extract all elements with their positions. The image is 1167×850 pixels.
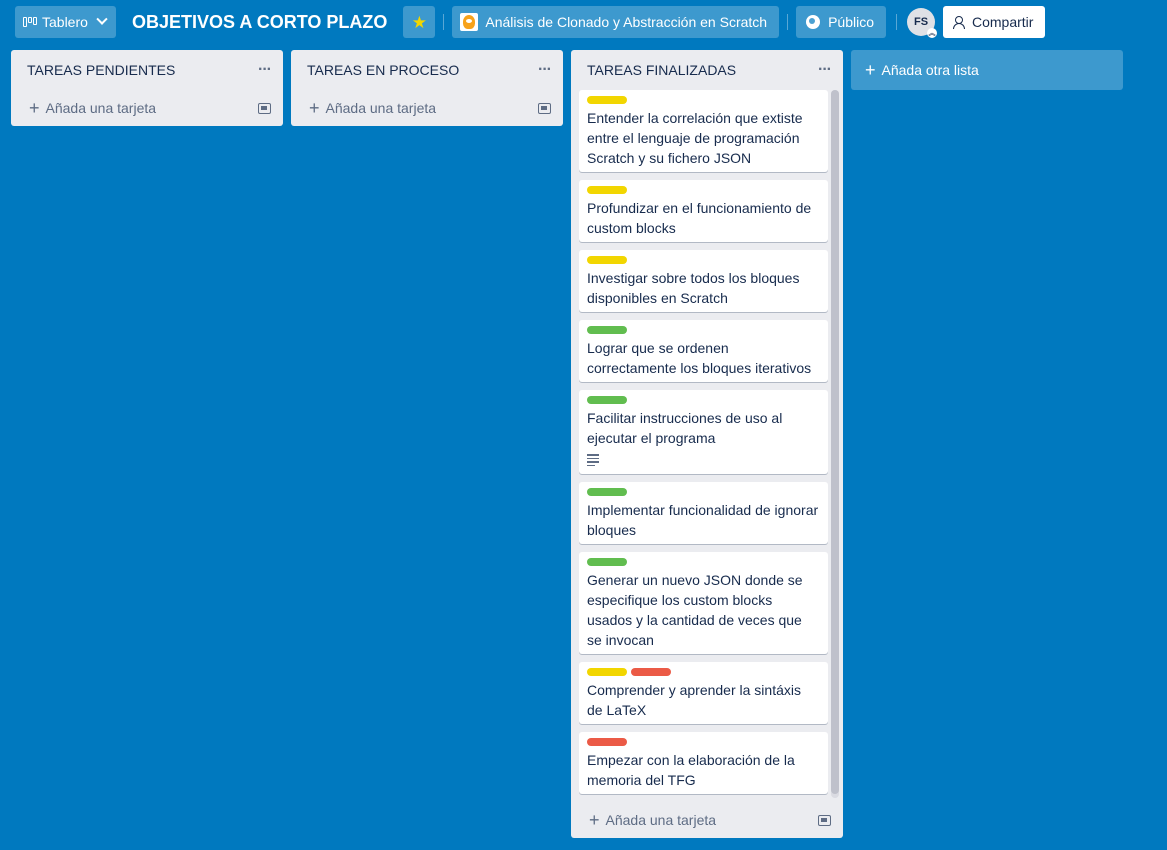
- card-title: Empezar con la elaboración de la memoria…: [587, 752, 795, 788]
- team-label: Análisis de Clonado y Abstracción en Scr…: [485, 14, 768, 30]
- list-title[interactable]: TAREAS PENDIENTES: [27, 62, 175, 78]
- share-button[interactable]: Compartir: [943, 6, 1046, 38]
- card[interactable]: Lograr que se ordenen correctamente los …: [579, 320, 828, 382]
- add-card-label: Añada una tarjeta: [325, 100, 437, 116]
- card-labels: [587, 558, 820, 566]
- list-in-progress: TAREAS EN PROCESO ··· + Añada una tarjet…: [291, 50, 563, 126]
- label-green[interactable]: [587, 488, 627, 496]
- team-button[interactable]: Análisis de Clonado y Abstracción en Scr…: [452, 6, 780, 38]
- card-title: Generar un nuevo JSON donde se especifiq…: [587, 572, 803, 648]
- list-title[interactable]: TAREAS EN PROCESO: [307, 62, 459, 78]
- label-yellow[interactable]: [587, 256, 627, 264]
- star-icon: ★: [411, 12, 427, 32]
- add-card-label: Añada una tarjeta: [45, 100, 157, 116]
- card[interactable]: Profundizar en el funcionamiento de cust…: [579, 180, 828, 242]
- label-yellow[interactable]: [587, 186, 627, 194]
- list-menu-icon[interactable]: ···: [258, 62, 272, 78]
- card-title: Investigar sobre todos los bloques dispo…: [587, 270, 800, 306]
- board-icon: [23, 17, 37, 27]
- share-label: Compartir: [972, 14, 1034, 30]
- card[interactable]: Facilitar instrucciones de uso al ejecut…: [579, 390, 828, 474]
- card-labels: [587, 396, 820, 404]
- card[interactable]: Generar un nuevo JSON donde se especifiq…: [579, 552, 828, 654]
- label-red[interactable]: [631, 668, 671, 676]
- card-title: Implementar funcionalidad de ignorar blo…: [587, 502, 819, 538]
- card-labels: [587, 96, 820, 104]
- card-template-icon[interactable]: [818, 814, 831, 826]
- visibility-button[interactable]: Público: [796, 6, 886, 38]
- card-labels: [587, 668, 820, 676]
- header-divider: [896, 14, 897, 30]
- list-pending: TAREAS PENDIENTES ··· + Añada una tarjet…: [11, 50, 283, 126]
- add-user-icon: [953, 16, 966, 29]
- card-title: Facilitar instrucciones de uso al ejecut…: [587, 410, 783, 446]
- chevron-down-icon: [96, 13, 108, 25]
- card-title: Profundizar en el funcionamiento de cust…: [587, 200, 812, 236]
- plus-icon: +: [309, 98, 320, 118]
- card[interactable]: Investigar sobre todos los bloques dispo…: [579, 250, 828, 312]
- add-card-button[interactable]: + Añada una tarjeta: [571, 802, 843, 838]
- plus-icon: +: [29, 98, 40, 118]
- card-title: Entender la correlación que extiste entr…: [587, 110, 803, 166]
- card[interactable]: Comprender y aprender la sintáxis de LaT…: [579, 662, 828, 724]
- header-divider: [787, 14, 789, 30]
- card[interactable]: Entender la correlación que extiste entr…: [579, 90, 828, 172]
- scrollbar-thumb[interactable]: [831, 90, 839, 794]
- card[interactable]: Implementar funcionalidad de ignorar blo…: [579, 482, 828, 544]
- label-green[interactable]: [587, 326, 627, 334]
- card-labels: [587, 256, 820, 264]
- label-yellow[interactable]: [587, 96, 627, 104]
- board-title[interactable]: OBJETIVOS A CORTO PLAZO: [132, 12, 387, 33]
- scratch-cat-icon: [460, 13, 479, 31]
- add-card-label: Añada una tarjeta: [605, 812, 717, 828]
- globe-icon: [806, 15, 821, 29]
- admin-chevron-icon: ︽: [927, 28, 937, 38]
- card-title: Lograr que se ordenen correctamente los …: [587, 340, 812, 376]
- board-switcher-label: Tablero: [42, 14, 88, 30]
- plus-icon: +: [865, 60, 876, 80]
- label-green[interactable]: [587, 558, 627, 566]
- card-template-icon[interactable]: [538, 102, 551, 114]
- list-title[interactable]: TAREAS FINALIZADAS: [587, 62, 736, 78]
- list-scrollbar[interactable]: [831, 90, 839, 798]
- list-header: TAREAS EN PROCESO ···: [291, 50, 563, 90]
- label-red[interactable]: [587, 738, 627, 746]
- card-labels: [587, 326, 820, 334]
- list-menu-icon[interactable]: ···: [538, 62, 552, 78]
- list-header: TAREAS FINALIZADAS ···: [571, 50, 843, 90]
- card-title: Comprender y aprender la sintáxis de LaT…: [587, 682, 801, 718]
- avatar[interactable]: FS ︽: [907, 8, 937, 38]
- add-card-button[interactable]: + Añada una tarjeta: [291, 90, 563, 126]
- card-labels: [587, 488, 820, 496]
- label-green[interactable]: [587, 396, 627, 404]
- card-template-icon[interactable]: [258, 102, 271, 114]
- card[interactable]: Empezar con la elaboración de la memoria…: [579, 732, 828, 794]
- visibility-label: Público: [828, 14, 874, 30]
- board-switcher-button[interactable]: Tablero: [15, 6, 116, 38]
- header-divider: [443, 14, 445, 30]
- description-icon: [587, 454, 599, 466]
- card-list: Entender la correlación que extiste entr…: [571, 90, 843, 798]
- list-menu-icon[interactable]: ···: [818, 62, 832, 78]
- add-list-button[interactable]: + Añada otra lista: [851, 50, 1123, 90]
- plus-icon: +: [589, 810, 600, 830]
- board-header: Tablero OBJETIVOS A CORTO PLAZO ★ Anális…: [0, 0, 1167, 44]
- card-labels: [587, 186, 820, 194]
- star-button[interactable]: ★: [403, 6, 436, 38]
- list-finished: TAREAS FINALIZADAS ··· Entender la corre…: [571, 50, 843, 838]
- list-header: TAREAS PENDIENTES ···: [11, 50, 283, 90]
- card-labels: [587, 738, 820, 746]
- add-list-label: Añada otra lista: [881, 62, 979, 78]
- add-card-button[interactable]: + Añada una tarjeta: [11, 90, 283, 126]
- label-yellow[interactable]: [587, 668, 627, 676]
- avatar-initials: FS: [913, 16, 929, 28]
